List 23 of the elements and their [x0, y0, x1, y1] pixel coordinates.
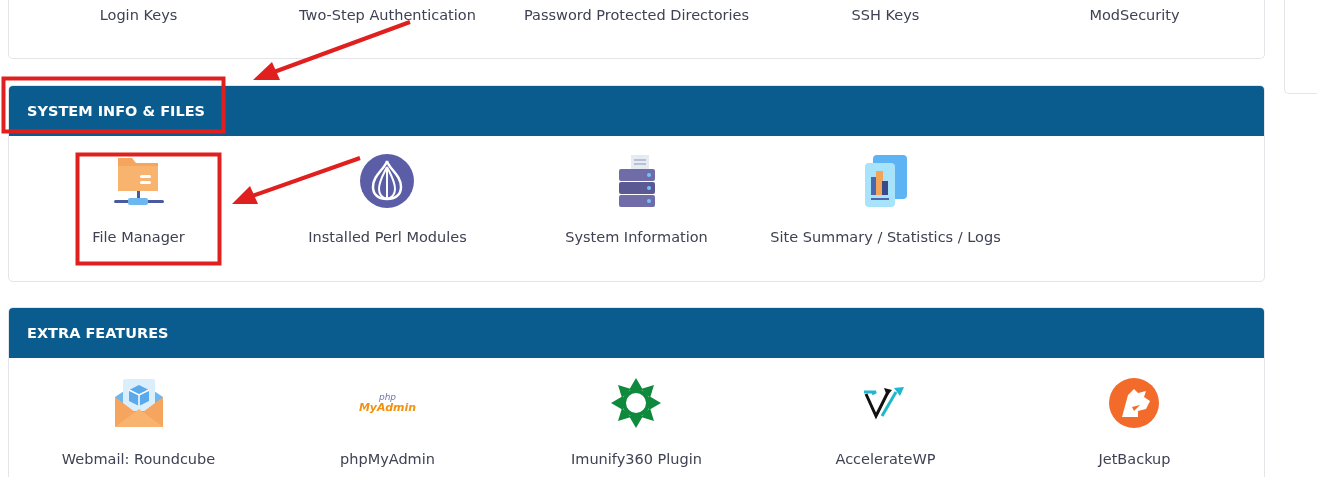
feature-link[interactable]: Site Summary / Statistics / Logs — [770, 151, 1001, 261]
feature-link[interactable]: System Information — [565, 151, 708, 261]
feature-link[interactable]: Password Protected Directories — [523, 0, 750, 39]
onion-icon — [359, 153, 416, 209]
feature-link[interactable]: Webmail: Roundcube — [61, 373, 216, 477]
feature-link[interactable]: JetBackup — [1098, 373, 1171, 477]
feature-link[interactable]: php MyAdmin phpMyAdmin — [340, 373, 435, 477]
section-title: EXTRA FEATURES — [27, 325, 169, 341]
feature-link[interactable]: Two-Step Authentication — [299, 0, 476, 39]
feature-link[interactable]: Imunify360 Plugin — [571, 373, 702, 477]
section-title: SYSTEM INFO & FILES — [27, 103, 206, 119]
feature-link[interactable]: Login Keys — [99, 0, 178, 39]
dog-head-icon — [1108, 377, 1161, 429]
feature-link[interactable]: AccelerateWP — [835, 373, 936, 477]
report-chart-icon — [864, 155, 907, 207]
envelope-icon — [112, 377, 165, 429]
feature-link[interactable]: ModSecurity — [1089, 0, 1180, 39]
feature-link[interactable]: SSH Keys — [851, 0, 920, 39]
logo-icon: php MyAdmin — [358, 393, 417, 413]
feature-link[interactable]: Installed Perl Modules — [308, 151, 467, 261]
server-icon — [616, 153, 657, 209]
star-ring-icon — [611, 378, 662, 428]
feature-link[interactable]: File Manager — [92, 151, 185, 261]
